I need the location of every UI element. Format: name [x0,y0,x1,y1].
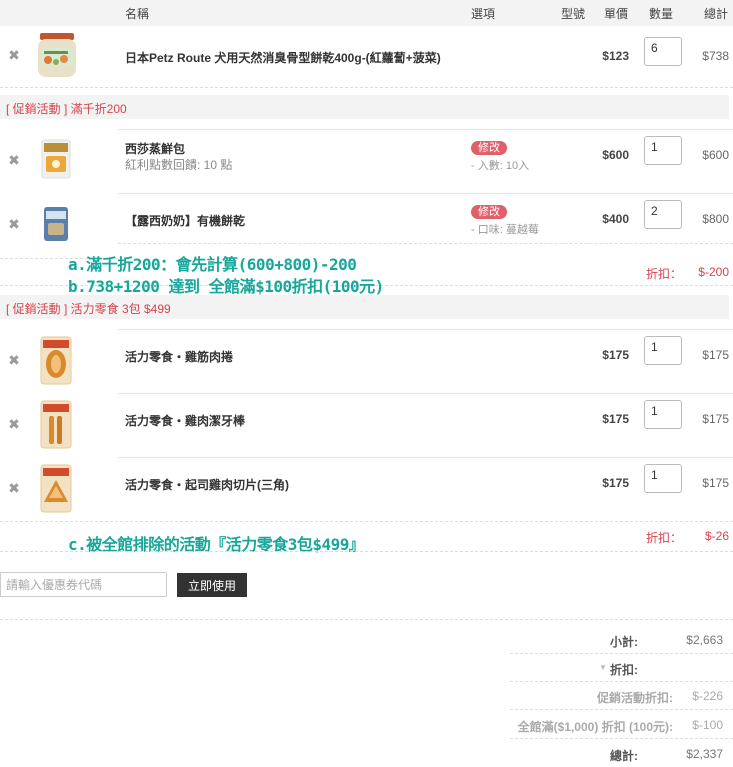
quantity-input[interactable] [644,136,682,165]
biscuit-bag-image [44,207,68,241]
row-divider [510,681,733,682]
reward-points-note: 紅利點數回饋: 10 點 [125,158,233,172]
annotation-a: a.滿千折200：會先計算(600+800)-200 [68,255,357,274]
row-divider [118,393,733,394]
grand-total-value: $2,337 [686,747,723,761]
row-divider [118,457,733,458]
jar-product-image [38,33,76,77]
unit-price: $175 [602,476,629,490]
quantity-input[interactable] [644,464,682,493]
product-thumbnail[interactable] [40,400,72,449]
remove-item-icon[interactable]: ✖ [8,152,20,169]
row-divider [510,738,733,739]
store-discount-value: $-100 [692,718,723,732]
row-divider [0,521,733,522]
row-divider [118,129,733,130]
store-discount-label: 全館滿($1,000) 折扣 (100元): [517,720,673,734]
col-options-header: 選項 [471,7,496,21]
product-thumbnail[interactable] [34,31,80,79]
remove-item-icon[interactable]: ✖ [8,352,20,369]
unit-price: $175 [602,412,629,426]
product-name[interactable]: 日本Petz Route 犬用天然消臭骨型餅乾400g-(紅蘿蔔+菠菜) [125,49,441,66]
remove-item-icon[interactable]: ✖ [8,480,20,497]
product-name[interactable]: 活力零食・雞肉潔牙棒 [125,412,245,429]
promo-header: [ 促銷活動 ] 活力零食 3包 $499 [0,295,729,319]
row-divider [118,329,733,330]
line-total: $800 [702,212,729,226]
line-total: $175 [702,412,729,426]
snack-bag-image [40,400,72,449]
promo-discount-value: $-200 [698,265,729,279]
promo-discount-total-value: $-226 [692,689,723,703]
row-divider [0,619,733,620]
grand-total-label: 總計: [610,749,638,763]
product-name[interactable]: 活力零食・雞筋肉捲 [125,348,233,365]
unit-price: $123 [602,49,629,63]
promo-header: [ 促銷活動 ] 滿千折200 [0,95,729,119]
promo-discount-label: 折扣： [646,531,683,545]
caret-down-icon[interactable]: ▼ [599,663,607,672]
row-divider [0,551,733,552]
annotation-b: b.738+1200 達到 全館滿$100折扣(100元) [68,277,384,296]
quantity-input[interactable] [644,336,682,365]
row-divider [118,193,733,194]
coupon-code-input[interactable] [0,572,167,597]
col-quantity-header: 數量 [649,7,674,21]
subtotal-label: 小計: [610,635,638,649]
product-thumbnail[interactable] [40,336,72,385]
quantity-input[interactable] [644,200,682,229]
row-divider [0,87,733,88]
line-total: $600 [702,148,729,162]
cart-table-header: 名稱 選項 型號 單價 數量 總計 [0,0,733,26]
remove-item-icon[interactable]: ✖ [8,216,20,233]
discount-toggle-label[interactable]: 折扣: [610,661,638,678]
remove-item-icon[interactable]: ✖ [8,47,20,64]
option-value: - 口味: 蔓越莓 [471,224,539,236]
snack-bag-image [40,336,72,385]
product-name[interactable]: 活力零食・起司雞肉切片(三角) [125,476,289,493]
pouch-product-image [41,139,71,179]
option-value: - 入數: 10入 [471,160,530,172]
line-total: $738 [702,49,729,63]
subtotal-value: $2,663 [686,633,723,647]
remove-item-icon[interactable]: ✖ [8,416,20,433]
col-name-header: 名稱 [125,7,150,21]
promo-title: [ 促銷活動 ] 活力零食 3包 $499 [6,302,171,316]
line-total: $175 [702,348,729,362]
promo-discount-value: $-26 [704,529,729,543]
unit-price: $175 [602,348,629,362]
product-name[interactable]: 西莎蒸鮮包 [125,140,185,157]
promo-discount-label: 折扣： [646,267,683,281]
product-thumbnail[interactable] [40,138,72,180]
quantity-input[interactable] [644,400,682,429]
edit-option-button[interactable]: 修改 [471,205,507,219]
promo-discount-total-label: 促銷活動折扣: [597,691,673,705]
unit-price: $600 [602,148,629,162]
col-total-header: 總計 [704,7,729,21]
product-thumbnail[interactable] [40,464,72,513]
unit-price: $400 [602,212,629,226]
col-model-header: 型號 [561,7,586,21]
row-divider [118,243,733,244]
product-name[interactable]: 【露西奶奶】有機餅乾 [125,212,245,229]
line-total: $175 [702,476,729,490]
col-unit-price-header: 單價 [604,7,629,21]
row-divider [510,653,733,654]
product-thumbnail[interactable] [42,205,70,243]
row-divider [510,709,733,710]
apply-coupon-button[interactable]: 立即使用 [177,573,247,597]
edit-option-button[interactable]: 修改 [471,141,507,155]
snack-bag-image [40,464,72,513]
promo-title: [ 促銷活動 ] 滿千折200 [6,102,127,116]
quantity-input[interactable] [644,37,682,66]
